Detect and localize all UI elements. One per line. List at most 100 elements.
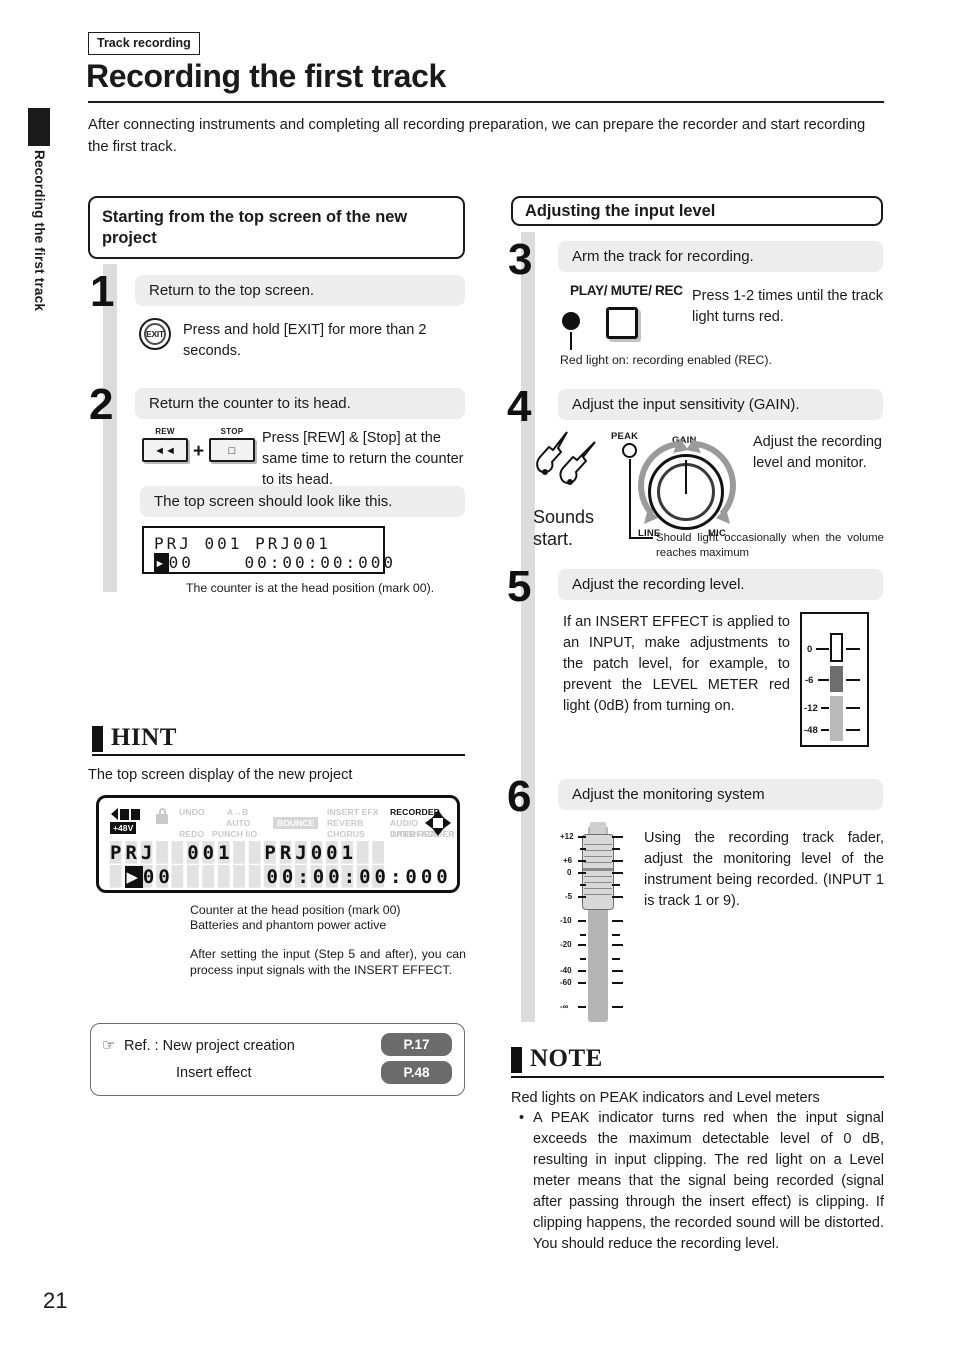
step-6-instruction: Using the recording track fader, adjust … (644, 830, 884, 909)
right-section-heading-text: Adjusting the input level (525, 201, 716, 220)
indicator-insert-efx: INSERT EFX (327, 807, 379, 817)
note-title: NOTE (530, 1045, 603, 1072)
dpad-icon (425, 810, 451, 836)
rew-button[interactable]: ◄◄ (142, 438, 188, 462)
guitars-icon (536, 431, 596, 485)
stop-button[interactable]: □ (209, 438, 255, 462)
section-kicker: Track recording (88, 32, 200, 55)
level-segment-6 (830, 666, 843, 692)
indicator-punch-io: PUNCH I/O (212, 829, 258, 839)
hint-title: HINT (111, 724, 177, 751)
right-section-heading: Adjusting the input level (511, 196, 883, 226)
level-dash-12-r (846, 707, 860, 709)
level-dash-12-l (821, 707, 829, 709)
step-3-instruction: Press 1-2 times until the track light tu… (692, 288, 883, 325)
lcd-line-1: PRJ 001 PRJ001 (154, 534, 331, 553)
lock-icon (156, 808, 168, 824)
level-meter-diagram: 0 -6 -12 -48 (800, 612, 869, 747)
note-bar (511, 1047, 522, 1073)
level-dash-6-r (846, 679, 860, 681)
fader-label-minf: -∞ (560, 1002, 569, 1011)
sounds-start-label: Sounds start. (533, 507, 595, 549)
level-dash-0-r (846, 648, 860, 650)
ref-row-1-label: Ref. : New project creation (124, 1038, 295, 1054)
ref-row-2-label: Insert effect (176, 1065, 252, 1081)
note-body: A PEAK indicator turns red when the inpu… (533, 1110, 884, 1252)
indicator-undo: UNDO (179, 807, 205, 817)
display-mark-icon: ▶ (125, 866, 143, 888)
note-divider (511, 1076, 884, 1078)
display-line-2: ▶00 00:00:00:000 (110, 866, 452, 888)
phantom-power-indicator: +48V (110, 822, 137, 834)
hint-bar (92, 726, 103, 752)
play-mute-rec-button[interactable] (606, 307, 638, 339)
lcd-mark-icon: ▸ (154, 553, 169, 572)
plus-sign: + (193, 441, 205, 462)
track-fader-diagram[interactable]: +12 +6 0 -5 -10 -20 -40 -60 -∞ (560, 822, 640, 1026)
led-leader-line (570, 332, 572, 350)
fader-knob (582, 834, 614, 910)
hint-caption-1: Counter at the head position (mark 00) (190, 903, 401, 917)
fader-label-p12: +12 (560, 832, 574, 841)
note-bullet-icon: • (519, 1110, 525, 1126)
step-5-tagline: Adjust the recording level. (558, 569, 883, 600)
indicator-bounce: BOUNCE (273, 817, 319, 829)
fader-label-0: 0 (567, 868, 572, 877)
rew-button-caption: REW (155, 427, 175, 436)
stop-icon: □ (228, 445, 236, 457)
stop-button-caption: STOP (220, 427, 244, 436)
fader-label-p6: +6 (563, 856, 573, 865)
level-dash-6-l (818, 679, 829, 681)
step-2-tagline: Return the counter to its head. (135, 388, 465, 419)
fader-label-m5: -5 (565, 892, 573, 901)
title-divider (88, 101, 884, 103)
right-step-rail (521, 232, 535, 1022)
rew-icon: ◄◄ (154, 445, 176, 457)
level-segment-0 (830, 633, 843, 662)
hint-subtitle: The top screen display of the new projec… (88, 767, 353, 783)
top-screen-display: +48V UNDO REDO A↔B AUTO PUNCH I/O BOUNCE… (96, 795, 460, 893)
level-dash-0-l (816, 648, 829, 650)
fader-label-m60: -60 (560, 978, 572, 987)
sidebar-vertical-title: Recording the first track (32, 150, 47, 312)
intro-paragraph: After connecting instruments and complet… (88, 117, 866, 155)
exit-button-label: EXIT (146, 329, 164, 339)
rec-indicator-led (562, 312, 580, 330)
ref-row-2-page[interactable]: P.48 (381, 1061, 452, 1084)
display-line-1: PRJ 001 PRJ001 (110, 842, 358, 864)
level-meter-label-0: 0 (807, 644, 813, 655)
page-number: 21 (43, 1288, 68, 1313)
sidebar-tab-marker (28, 108, 50, 146)
step-1-tagline-text: Return to the top screen. (149, 282, 315, 299)
lcd-line-2: ▸00 00:00:00:000 (154, 553, 396, 572)
exit-button-icon: EXIT (139, 318, 171, 350)
step-4-instruction: Adjust the recording level and monitor. (753, 434, 882, 471)
step-number-3: 3 (508, 235, 533, 284)
lcd-preview: PRJ 001 PRJ001 ▸00 00:00:00:000 (142, 526, 393, 574)
step-number-2: 2 (89, 380, 114, 429)
step-3-tagline-text: Arm the track for recording. (572, 248, 754, 265)
fader-label-m40: -40 (560, 966, 572, 975)
step-1-instruction: Press and hold [EXIT] for more than 2 se… (183, 322, 427, 359)
step-5-tagline-text: Adjust the recording level. (572, 576, 745, 593)
step-3-tagline: Arm the track for recording. (558, 241, 883, 272)
step-5-instruction: If an INSERT EFFECT is applied to an INP… (563, 614, 790, 714)
fader-label-m20: -20 (560, 940, 572, 949)
lcd-caption: The counter is at the head position (mar… (186, 581, 435, 595)
ref-row-1-page[interactable]: P.17 (381, 1033, 452, 1056)
step-2-instruction: Press [REW] & [Stop] at the same time to… (262, 430, 464, 488)
hint-caption-2: Batteries and phantom power active (190, 918, 387, 932)
peak-leader-line (629, 459, 631, 538)
indicator-auto: AUTO (226, 818, 251, 828)
display-timecode: 00:00:00:000 (266, 866, 452, 888)
lcd-timecode: 00:00:00:000 (244, 553, 397, 572)
step-number-1: 1 (90, 267, 115, 316)
battery-icon (111, 808, 140, 820)
note-lead: Red lights on PEAK indicators and Level … (511, 1090, 820, 1106)
indicator-redo: REDO (179, 829, 205, 839)
level-meter-label-48: -48 (804, 725, 818, 736)
fader-label-m10: -10 (560, 916, 572, 925)
page-title: Recording the first track (86, 58, 446, 94)
pointing-hand-icon: ☞ (102, 1037, 116, 1054)
step-2-tagline-2-text: The top screen should look like this. (154, 493, 393, 510)
